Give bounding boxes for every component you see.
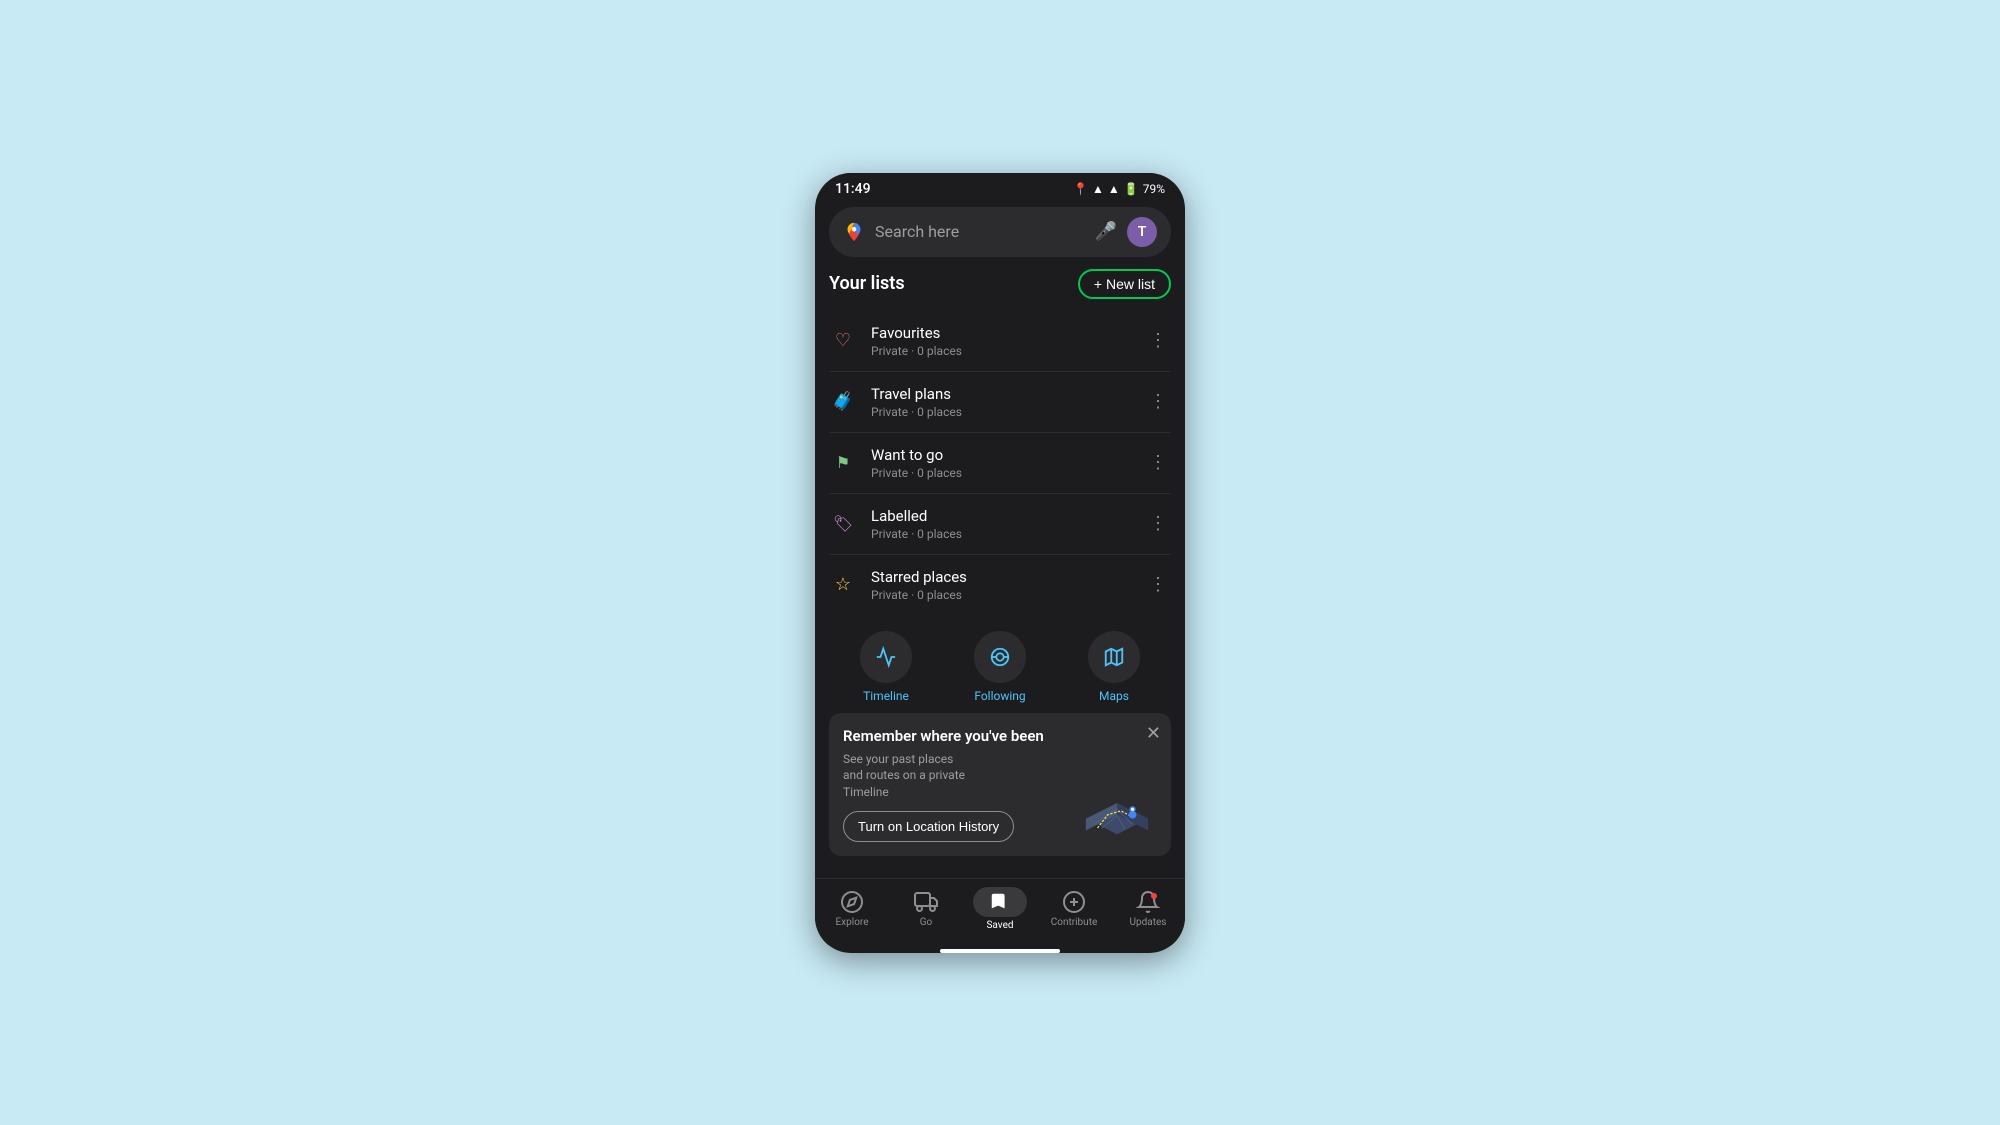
travel-plans-icon: 🧳 (829, 388, 857, 416)
nav-item-saved[interactable]: Saved (972, 887, 1028, 931)
status-icons: 📍 ▲ ▲ 🔋 79% (1073, 182, 1165, 196)
following-icon-circle (974, 631, 1026, 683)
list-sub: Private · 0 places (871, 588, 1131, 602)
banner-map-illustration (1077, 772, 1157, 842)
main-content: Your lists + New list ♡ Favourites Priva… (815, 269, 1185, 878)
wifi-icon: ▲ (1092, 182, 1104, 196)
list-sub: Private · 0 places (871, 466, 1131, 480)
starred-places-icon: ☆ (829, 571, 857, 599)
list-name: Labelled (871, 507, 1131, 525)
list-info: Starred places Private · 0 places (871, 568, 1131, 602)
new-list-button[interactable]: + New list (1078, 269, 1171, 299)
list-name: Favourites (871, 324, 1131, 342)
banner-close-icon[interactable]: ✕ (1146, 723, 1161, 744)
mic-icon[interactable]: 🎤 (1095, 221, 1117, 242)
labelled-icon: 🏷 (829, 510, 857, 538)
following-button[interactable]: Following (974, 631, 1026, 703)
list-name: Starred places (871, 568, 1131, 586)
list-sub: Private · 0 places (871, 405, 1131, 419)
status-time: 11:49 (835, 181, 871, 197)
favourites-icon: ♡ (829, 327, 857, 355)
lists-title: Your lists (829, 273, 905, 294)
explore-label: Explore (836, 917, 869, 928)
more-options-icon[interactable]: ⋮ (1145, 387, 1171, 416)
list-item[interactable]: ☆ Starred places Private · 0 places ⋮ (829, 555, 1171, 615)
list-info: Favourites Private · 0 places (871, 324, 1131, 358)
nav-item-contribute[interactable]: Contribute (1046, 890, 1102, 928)
action-row: Timeline Following (829, 615, 1171, 713)
nav-item-go[interactable]: Go (898, 890, 954, 928)
signal-icon: ▲ (1108, 182, 1120, 196)
avatar[interactable]: T (1127, 217, 1157, 247)
maps-button[interactable]: Maps (1088, 631, 1140, 703)
banner-title: Remember where you've been (843, 727, 1157, 745)
battery-icon: 🔋 (1124, 182, 1139, 196)
more-options-icon[interactable]: ⋮ (1145, 448, 1171, 477)
timeline-button[interactable]: Timeline (860, 631, 912, 703)
go-label: Go (920, 917, 933, 928)
banner-card: ✕ Remember where you've been See your pa… (829, 713, 1171, 856)
battery-percent: 79% (1143, 182, 1165, 196)
go-icon (914, 890, 938, 914)
search-input[interactable]: Search here (875, 222, 1085, 241)
saved-label: Saved (986, 920, 1013, 931)
contribute-label: Contribute (1051, 917, 1098, 928)
contribute-icon (1062, 890, 1086, 914)
want-to-go-icon: ⚑ (829, 449, 857, 477)
timeline-label: Timeline (863, 689, 909, 703)
lists-header: Your lists + New list (829, 269, 1171, 299)
lists-container: ♡ Favourites Private · 0 places ⋮ 🧳 Trav… (829, 311, 1171, 615)
list-sub: Private · 0 places (871, 344, 1131, 358)
list-item[interactable]: ⚑ Want to go Private · 0 places ⋮ (829, 433, 1171, 494)
explore-icon (840, 890, 864, 914)
banner-left: See your past places and routes on a pri… (843, 751, 1077, 842)
nav-item-updates[interactable]: Updates (1120, 890, 1176, 928)
phone-frame: 11:49 📍 ▲ ▲ 🔋 79% Search here 🎤 T Your l… (815, 173, 1185, 953)
new-list-label: + New list (1094, 276, 1155, 292)
maps-label: Maps (1099, 689, 1129, 703)
list-item[interactable]: ♡ Favourites Private · 0 places ⋮ (829, 311, 1171, 372)
saved-active-bg (973, 887, 1027, 917)
updates-label: Updates (1130, 917, 1167, 928)
status-bar: 11:49 📍 ▲ ▲ 🔋 79% (815, 173, 1185, 201)
more-options-icon[interactable]: ⋮ (1145, 326, 1171, 355)
location-icon: 📍 (1073, 182, 1088, 196)
saved-icon (989, 891, 1011, 913)
home-indicator (940, 949, 1060, 953)
following-label: Following (974, 689, 1025, 703)
banner-desc: See your past places and routes on a pri… (843, 751, 972, 801)
location-history-button[interactable]: Turn on Location History (843, 811, 1014, 842)
list-item[interactable]: 🏷 Labelled Private · 0 places ⋮ (829, 494, 1171, 555)
more-options-icon[interactable]: ⋮ (1145, 509, 1171, 538)
nav-item-explore[interactable]: Explore (824, 890, 880, 928)
list-info: Travel plans Private · 0 places (871, 385, 1131, 419)
timeline-icon-circle (860, 631, 912, 683)
list-info: Labelled Private · 0 places (871, 507, 1131, 541)
list-info: Want to go Private · 0 places (871, 446, 1131, 480)
maps-icon-circle (1088, 631, 1140, 683)
more-options-icon[interactable]: ⋮ (1145, 570, 1171, 599)
search-bar[interactable]: Search here 🎤 T (829, 207, 1171, 257)
list-name: Travel plans (871, 385, 1131, 403)
list-name: Want to go (871, 446, 1131, 464)
banner-row: See your past places and routes on a pri… (843, 751, 1157, 842)
bottom-nav: Explore Go Saved (815, 878, 1185, 945)
maps-logo-icon (843, 221, 865, 243)
list-sub: Private · 0 places (871, 527, 1131, 541)
updates-icon (1136, 890, 1160, 914)
list-item[interactable]: 🧳 Travel plans Private · 0 places ⋮ (829, 372, 1171, 433)
